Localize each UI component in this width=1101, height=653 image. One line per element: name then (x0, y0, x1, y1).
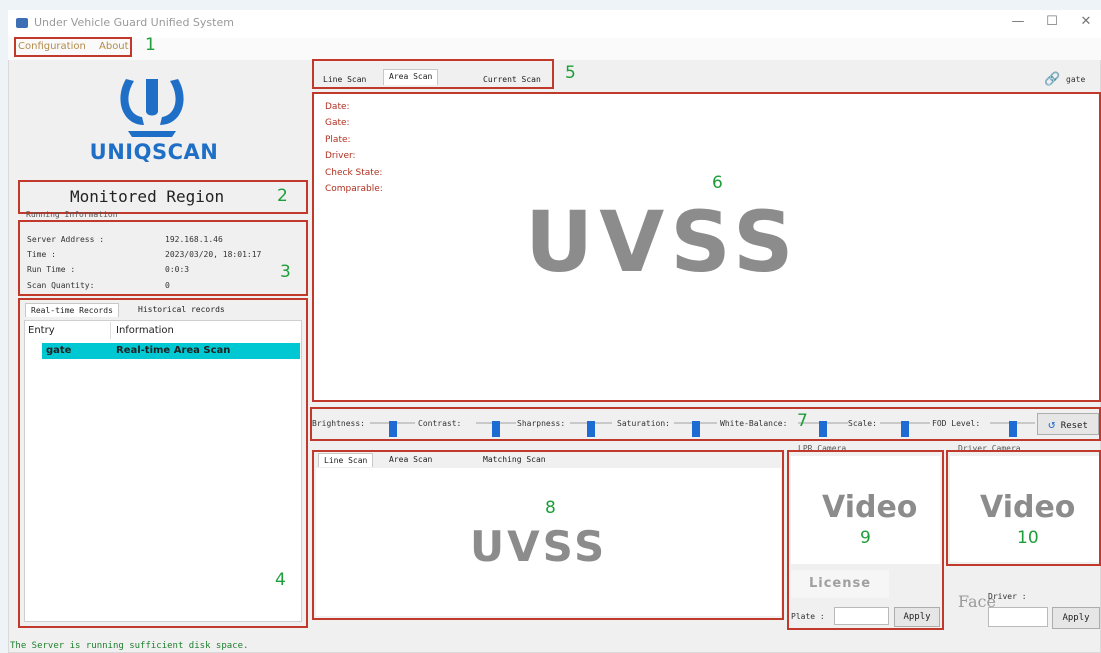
slider-track-3[interactable] (570, 421, 612, 437)
field-date: Date: (325, 102, 350, 112)
run-time-value: 0:0:3 (165, 265, 190, 274)
slider-track-6[interactable] (880, 421, 930, 437)
annotation-number-5: 5 (565, 63, 576, 83)
annotation-number-10: 10 (1017, 528, 1039, 548)
slider-row: Brightness: Contrast: Sharpness: Saturation… (312, 416, 1037, 437)
reset-label: Reset (1060, 421, 1088, 431)
time-label: Time : (27, 250, 56, 259)
menu-about[interactable]: About (99, 41, 129, 52)
row-information: Real-time Area Scan (116, 345, 231, 356)
slider-label-2: Contrast: (418, 419, 462, 428)
records-list (24, 320, 302, 622)
driver-label: Driver : (988, 592, 1027, 601)
uniqscan-logo-icon (116, 75, 188, 137)
annotation-number-7: 7 (797, 411, 808, 431)
tab-real-time-records[interactable]: Real-time Records (25, 303, 119, 317)
menu-bar (8, 38, 1101, 60)
server-address-value: 192.168.1.46 (165, 235, 223, 244)
scan-quantity-value: 0 (165, 281, 170, 290)
field-gate: Gate: (325, 118, 350, 128)
slider-track-7[interactable] (990, 421, 1035, 437)
tab-bottom-line-scan[interactable]: Line Scan (318, 453, 374, 467)
annotation-number-2: 2 (277, 186, 288, 206)
gate-label: gate (1066, 75, 1086, 84)
annotation-number-8: 8 (545, 498, 556, 518)
slider-thumb-7[interactable] (1009, 421, 1017, 437)
slider-track-2[interactable] (476, 421, 516, 437)
slider-thumb-4[interactable] (692, 421, 700, 437)
slider-label-1: Brightness: (312, 419, 365, 428)
tab-historical-records[interactable]: Historical records (133, 303, 230, 316)
uvss-main-image: UVSS (525, 193, 800, 291)
tab-line-scan[interactable]: Line Scan (318, 73, 371, 86)
row-entry: gate (46, 345, 72, 356)
slider-thumb-2[interactable] (492, 421, 500, 437)
reset-button[interactable]: ↺ Reset (1037, 413, 1099, 435)
link-icon[interactable]: 🔗 (1044, 72, 1060, 87)
minimize-button[interactable]: — (1008, 14, 1028, 30)
run-time-label: Run Time : (27, 265, 76, 274)
driver-video-text: Video (980, 490, 1076, 525)
time-value: 2023/03/20, 18:01:17 (165, 250, 262, 259)
column-information[interactable]: Information (116, 325, 174, 336)
maximize-button[interactable]: ☐ (1042, 14, 1062, 30)
reset-icon: ↺ (1048, 417, 1056, 431)
slider-track-1[interactable] (370, 421, 415, 437)
driver-apply-button[interactable]: Apply (1052, 607, 1100, 629)
slider-thumb-1[interactable] (389, 421, 397, 437)
running-info-title: Running Information (26, 210, 118, 219)
monitored-region-title: Monitored Region (70, 187, 225, 206)
column-divider (110, 322, 111, 339)
tab-current-scan[interactable]: Current Scan (478, 73, 546, 86)
slider-label-7: FOD Level: (932, 419, 981, 428)
slider-label-3: Sharpness: (517, 419, 566, 428)
window-title: Under Vehicle Guard Unified System (34, 16, 234, 29)
close-button[interactable]: ✕ (1076, 14, 1096, 30)
slider-track-4[interactable] (674, 421, 717, 437)
slider-label-6: Scale: (848, 419, 877, 428)
menu-configuration[interactable]: Configuration (18, 41, 86, 52)
server-address-label: Server Address : (27, 235, 105, 244)
license-image: License (791, 570, 889, 598)
slider-label-4: Saturation: (617, 419, 670, 428)
annotation-number-6: 6 (712, 173, 723, 193)
column-entry[interactable]: Entry (28, 325, 55, 336)
slider-thumb-6[interactable] (901, 421, 909, 437)
slider-thumb-5[interactable] (819, 421, 827, 437)
driver-input[interactable] (988, 607, 1048, 627)
scan-quantity-label: Scan Quantity: (27, 281, 95, 290)
app-icon (16, 18, 28, 28)
annotation-number-3: 3 (280, 262, 291, 282)
lpr-video-text: Video (822, 490, 918, 525)
annotation-number-1: 1 (145, 35, 156, 55)
uvss-bottom-image: UVSS (470, 522, 608, 571)
status-text: The Server is running sufficient disk sp… (10, 641, 249, 651)
field-driver: Driver: (325, 151, 356, 161)
annotation-number-9: 9 (860, 528, 871, 548)
slider-label-5: White-Balance: (720, 419, 788, 428)
lpr-apply-button[interactable]: Apply (894, 607, 940, 627)
plate-label: Plate : (791, 612, 825, 621)
tab-bottom-area-scan[interactable]: Area Scan (384, 453, 437, 466)
logo-text: UNIQSCAN (89, 140, 219, 164)
field-check-state: Check State: (325, 168, 383, 178)
annotation-number-4: 4 (275, 570, 286, 590)
slider-thumb-3[interactable] (587, 421, 595, 437)
plate-input[interactable] (834, 607, 889, 625)
field-comparable: Comparable: (325, 184, 383, 194)
tab-area-scan[interactable]: Area Scan (383, 69, 439, 85)
field-plate: Plate: (325, 135, 351, 145)
tab-bottom-matching-scan[interactable]: Matching Scan (478, 453, 551, 466)
